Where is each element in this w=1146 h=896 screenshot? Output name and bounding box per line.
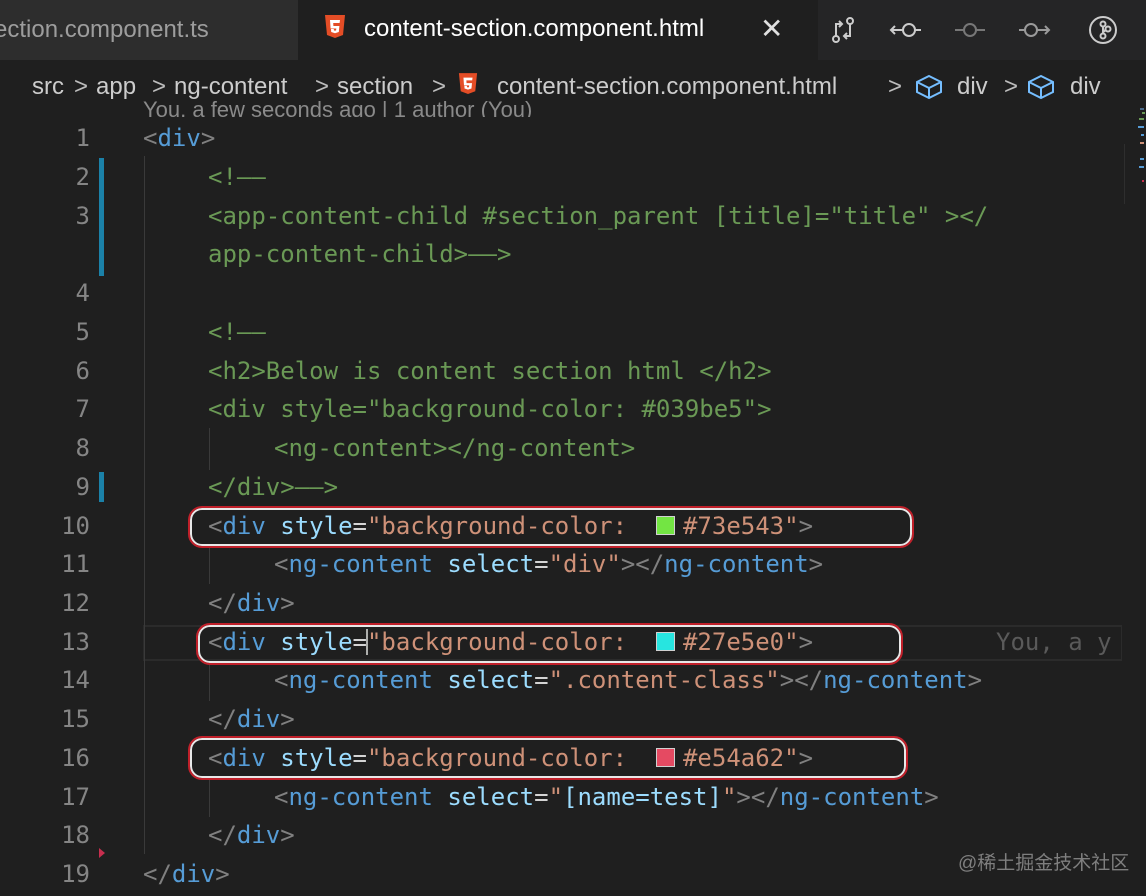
code-line-18: </div> <box>208 821 295 849</box>
code-line-14: <ng-content select=".content-class"></ng… <box>274 666 983 694</box>
line-number: 10 <box>61 512 90 540</box>
code-editor[interactable]: 1 2 3 4 5 6 7 8 9 10 11 12 13 14 15 16 1… <box>0 118 1122 896</box>
code-line-1: <div> <box>143 124 216 152</box>
modified-lines-marker <box>99 158 104 276</box>
line-number: 2 <box>75 163 90 191</box>
code-line-17: <ng-content select="[name=test]"></ng-co… <box>274 783 939 811</box>
code-line-12: </div> <box>208 589 295 617</box>
minimap[interactable] <box>1122 108 1146 896</box>
chevron-right-icon: > <box>74 73 89 100</box>
git-next-icon[interactable] <box>1014 10 1054 50</box>
line-number: 4 <box>75 279 90 307</box>
line-number: 14 <box>61 666 90 694</box>
breadcrumb-app[interactable]: app <box>96 73 136 101</box>
code-line-7: <div style="background-color: #039be5"> <box>208 395 772 423</box>
line-number: 17 <box>61 783 90 811</box>
html5-icon <box>324 14 346 47</box>
line-number: 7 <box>75 395 90 423</box>
watermark: @稀土掘金技术社区 <box>958 853 1130 874</box>
compare-changes-icon[interactable] <box>823 10 863 50</box>
code-line-15: </div> <box>208 705 295 733</box>
breadcrumb-div-2[interactable]: div <box>1070 73 1101 101</box>
codelens-blame[interactable]: You, a few seconds ago | 1 author (You) <box>143 97 532 117</box>
code-line-3: <app-content-child #section_parent [titl… <box>208 202 989 230</box>
code-line-8: <ng-content></ng-content> <box>274 434 636 462</box>
highlight-box-line-10 <box>188 506 914 548</box>
code-line-19: </div> <box>143 860 230 888</box>
indent-guide <box>144 156 145 854</box>
highlight-box-line-16 <box>188 736 908 780</box>
code-line-11: <ng-content select="div"></ng-content> <box>274 550 824 578</box>
line-number: 5 <box>75 318 90 346</box>
tab-label: content-section.component.html <box>364 15 705 42</box>
indent-guide <box>209 544 210 584</box>
line-number: 3 <box>75 202 90 230</box>
line-number: 16 <box>61 744 90 772</box>
breadcrumb-src[interactable]: src <box>32 73 64 101</box>
tab-section-component-ts[interactable]: section.component.ts <box>0 0 298 60</box>
tab-label: section.component.ts <box>0 16 209 43</box>
line-number: 19 <box>61 860 90 888</box>
git-commit-icon[interactable] <box>950 10 990 50</box>
line-number: 15 <box>61 705 90 733</box>
indent-guide <box>209 777 210 817</box>
inline-blame: You, a y <box>996 628 1112 656</box>
tab-bar: section.component.ts content-section.com… <box>0 0 1146 60</box>
code-line-5: <!—— <box>208 318 266 346</box>
line-number: 13 <box>61 628 90 656</box>
indent-guide <box>209 428 210 470</box>
cube-icon <box>1026 74 1056 107</box>
breadcrumb-div-1[interactable]: div <box>957 73 988 101</box>
tab-content-section-html[interactable]: content-section.component.html ✕ <box>298 0 818 60</box>
line-number: 12 <box>61 589 90 617</box>
line-number: 18 <box>61 821 90 849</box>
close-icon[interactable]: ✕ <box>760 12 783 45</box>
line-number: 8 <box>75 434 90 462</box>
code-line-9: </div>——> <box>208 473 339 501</box>
breadcrumb-file[interactable]: content-section.component.html <box>497 73 837 101</box>
chevron-right-icon: > <box>1004 73 1019 100</box>
breakpoint-marker <box>99 848 105 858</box>
line-number: 1 <box>75 124 90 152</box>
chevron-right-icon: > <box>888 73 903 100</box>
git-previous-icon[interactable] <box>886 10 926 50</box>
line-number: 11 <box>61 550 90 578</box>
line-number: 6 <box>75 357 90 385</box>
indent-guide <box>209 661 210 701</box>
cube-icon <box>914 74 944 107</box>
highlight-box-line-13 <box>196 623 903 665</box>
modified-lines-marker <box>99 472 104 502</box>
source-control-icon[interactable] <box>1083 10 1123 50</box>
code-line-2: <!—— <box>208 163 266 191</box>
code-line-3-wrap: app-content-child>——> <box>208 240 512 268</box>
code-line-6: <h2>Below is content section html </h2> <box>208 357 772 385</box>
line-number: 9 <box>75 473 90 501</box>
